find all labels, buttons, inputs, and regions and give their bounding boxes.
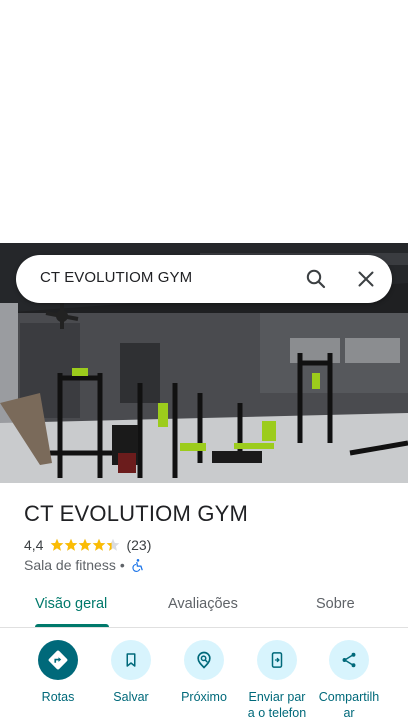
save-label: Salvar — [113, 690, 149, 704]
reviews-count[interactable]: (23) — [126, 537, 151, 553]
star-icon — [65, 538, 78, 551]
star-icon — [79, 538, 92, 551]
rating-row[interactable]: 4,4 (23) — [24, 536, 151, 554]
search-icon[interactable] — [304, 267, 328, 291]
star-icon — [107, 538, 120, 551]
nearby-icon — [184, 640, 224, 680]
directions-label: Rotas — [41, 690, 75, 704]
action-bar: Rotas Salvar Próximo Enviar para o telef… — [0, 640, 408, 726]
star-icon — [93, 538, 106, 551]
star-icon — [51, 538, 64, 551]
category-row: Sala de fitness • — [24, 556, 145, 574]
place-title: CT EVOLUTIOM GYM — [24, 501, 249, 526]
star-rating — [50, 538, 120, 552]
send-to-phone-label: Enviar para o telefone — [247, 690, 307, 726]
search-query[interactable]: CT EVOLUTIOM GYM — [40, 269, 192, 286]
nearby-label: Próximo — [181, 690, 227, 704]
category-label: Sala de fitness — [24, 557, 116, 573]
save-button[interactable]: Salvar — [91, 640, 171, 705]
nearby-button[interactable]: Próximo — [164, 640, 244, 705]
tab-about[interactable]: Sobre — [316, 596, 355, 612]
map-area — [0, 0, 408, 243]
separator: • — [119, 557, 125, 573]
tab-active-indicator — [35, 624, 109, 627]
search-bar[interactable]: CT EVOLUTIOM GYM — [16, 255, 392, 303]
share-button[interactable]: Compartilhar — [309, 640, 389, 721]
send-to-phone-button[interactable]: Enviar para o telefone — [237, 640, 317, 726]
close-icon[interactable] — [354, 267, 378, 291]
tab-overview[interactable]: Visão geral — [35, 596, 107, 612]
wheelchair-icon — [131, 558, 145, 572]
place-tabs: Visão geral Avaliações Sobre — [0, 587, 408, 628]
rating-value: 4,4 — [24, 537, 44, 553]
directions-button[interactable]: Rotas — [18, 640, 98, 705]
bookmark-icon — [111, 640, 151, 680]
share-icon — [329, 640, 369, 680]
share-label: Compartilhar — [318, 690, 380, 720]
tab-reviews[interactable]: Avaliações — [168, 596, 238, 612]
directions-icon — [38, 640, 78, 680]
send-to-phone-icon — [257, 640, 297, 680]
